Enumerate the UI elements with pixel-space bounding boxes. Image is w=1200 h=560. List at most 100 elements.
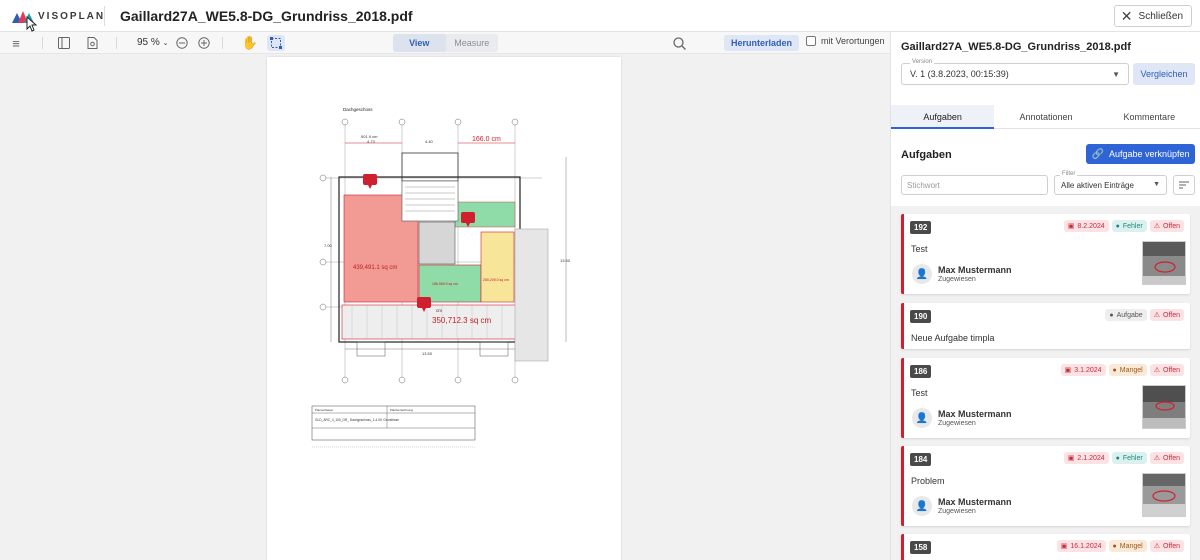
bathroom-core bbox=[418, 221, 456, 265]
sort-icon bbox=[1179, 181, 1189, 189]
due-date: 3.1.2024 bbox=[1074, 366, 1102, 374]
task-status: Offen bbox=[1163, 311, 1180, 319]
toolbar-separator bbox=[222, 37, 223, 49]
tab-comments[interactable]: Kommentare bbox=[1098, 105, 1200, 128]
task-id: 186 bbox=[910, 365, 932, 378]
type-badge: ● Aufgabe bbox=[1105, 309, 1147, 321]
task-type: Aufgabe bbox=[1116, 311, 1143, 319]
assignee: 👤 Max Mustermann Zugewiesen bbox=[912, 408, 1012, 428]
task-type: Fehler bbox=[1122, 454, 1143, 462]
task-thumbnail[interactable] bbox=[1142, 241, 1186, 285]
floor-label: Dachgeschoss bbox=[343, 107, 373, 112]
defect-icon: ● bbox=[1112, 366, 1117, 374]
task-card[interactable]: 190 ● Aufgabe ⚠ Offen Neue Aufgabe timpla bbox=[901, 303, 1190, 349]
document-title: Gaillard27A_WE5.8-DG_Grundriss_2018.pdf bbox=[120, 8, 413, 24]
dim-bottom-label: cm bbox=[436, 308, 442, 313]
neighbor-building bbox=[514, 228, 549, 362]
assignee-role: Zugewiesen bbox=[938, 508, 976, 515]
type-badge: ● Fehler bbox=[1111, 452, 1147, 464]
task-thumbnail[interactable] bbox=[1142, 385, 1186, 429]
location-pin[interactable] bbox=[363, 174, 377, 189]
assignee-name: Max Mustermann bbox=[938, 409, 1012, 419]
logo-text: VISOPLAN bbox=[38, 10, 106, 22]
avatar-icon: 👤 bbox=[912, 264, 932, 284]
calendar-icon: ▣ bbox=[1060, 543, 1068, 550]
dim-top-4: 166.0 cm bbox=[472, 136, 501, 143]
status-badge: ⚠ Offen bbox=[1149, 540, 1184, 552]
cursor-icon bbox=[26, 16, 38, 32]
tab-measure[interactable]: Measure bbox=[446, 34, 499, 52]
chevron-down-icon: ⌄ bbox=[162, 40, 169, 47]
task-badges: ▣ 3.1.2024 ● Mangel ⚠ Offen bbox=[1060, 364, 1184, 376]
title-block bbox=[311, 405, 476, 448]
pdf-page[interactable]: Dachgeschoss 501.9 cm 4.73 4.40 166.0 cm… bbox=[267, 57, 621, 560]
task-title: Neue Aufgabe timpla bbox=[911, 333, 995, 343]
search-placeholder: Stichwort bbox=[907, 181, 940, 190]
tab-annotations[interactable]: Annotationen bbox=[994, 105, 1097, 128]
task-card[interactable]: 158 ▣ 16.1.2024 ● Mangel ⚠ Offen bbox=[901, 534, 1190, 560]
search-icon[interactable] bbox=[671, 35, 687, 51]
area-label-large: 439,491.1 sq cm bbox=[353, 265, 397, 271]
task-status: Offen bbox=[1163, 222, 1180, 230]
zoom-out-icon[interactable] bbox=[174, 35, 190, 51]
version-select[interactable]: Version V. 1 (3.8.2023, 00:15:39) ▼ bbox=[901, 59, 1129, 85]
document-info-icon[interactable] bbox=[84, 35, 100, 51]
task-card[interactable]: 186 ▣ 3.1.2024 ● Mangel ⚠ Offen Test 👤 Max … bbox=[901, 358, 1190, 438]
floor-plan-drawing[interactable]: Dachgeschoss 501.9 cm 4.73 4.40 166.0 cm… bbox=[267, 57, 621, 560]
task-id: 190 bbox=[910, 310, 932, 323]
keyword-search-input[interactable]: Stichwort bbox=[901, 175, 1048, 195]
task-status: Offen bbox=[1163, 366, 1180, 374]
close-label: Schließen bbox=[1138, 10, 1183, 22]
pdf-viewer[interactable]: Dachgeschoss 501.9 cm 4.73 4.40 166.0 cm… bbox=[0, 54, 890, 560]
pan-hand-icon[interactable]: ✋ bbox=[242, 35, 258, 51]
warning-icon: ⚠ bbox=[1153, 312, 1160, 319]
task-type: Mangel bbox=[1119, 542, 1143, 550]
task-id: 158 bbox=[910, 541, 932, 554]
dim-top-2: 4.73 bbox=[367, 139, 376, 144]
filter-value: Alle aktiven Einträge bbox=[1061, 181, 1134, 190]
status-badge: ⚠ Offen bbox=[1149, 364, 1184, 376]
checkbox-icon bbox=[806, 36, 816, 46]
task-card[interactable]: 192 ▣ 8.2.2024 ● Fehler ⚠ Offen Test 👤 Max … bbox=[901, 214, 1190, 294]
due-date-badge: ▣ 3.1.2024 bbox=[1060, 364, 1106, 376]
panel-document-title: Gaillard27A_WE5.8-DG_Grundriss_2018.pdf bbox=[901, 41, 1131, 53]
calendar-icon: ▣ bbox=[1067, 223, 1075, 230]
task-status: Offen bbox=[1163, 542, 1180, 550]
tab-view[interactable]: View bbox=[393, 34, 446, 52]
assignee-role: Zugewiesen bbox=[938, 276, 976, 283]
zoom-select[interactable]: 95 % ⌄ bbox=[137, 37, 168, 48]
area-label-green: 186,969.9 sq cm bbox=[432, 282, 458, 286]
task-card[interactable]: 184 ▣ 2.1.2024 ● Fehler ⚠ Offen Problem 👤 M… bbox=[901, 446, 1190, 526]
avatar-icon: 👤 bbox=[912, 496, 932, 516]
task-thumbnail[interactable] bbox=[1142, 473, 1186, 517]
status-badge: ⚠ Offen bbox=[1149, 220, 1184, 232]
toolbar-separator bbox=[116, 37, 117, 49]
sort-button[interactable] bbox=[1173, 175, 1195, 195]
title-block-name: Planbezeichnung bbox=[390, 408, 413, 412]
close-button[interactable]: ✕ Schließen bbox=[1113, 5, 1192, 27]
link-task-button[interactable]: 🔗 Aufgabe verknüpfen bbox=[1086, 144, 1195, 164]
title-block-code: GLD_ARC_4_100_GR_ Dachgeschoss_1-4.00: G… bbox=[315, 418, 399, 422]
status-badge: ⚠ Offen bbox=[1149, 309, 1184, 321]
select-area-icon[interactable] bbox=[267, 35, 285, 51]
warning-icon: ⚠ bbox=[1153, 455, 1160, 462]
task-list[interactable]: 192 ▣ 8.2.2024 ● Fehler ⚠ Offen Test 👤 Max … bbox=[891, 206, 1200, 560]
compare-button[interactable]: Vergleichen bbox=[1133, 63, 1195, 85]
zoom-in-icon[interactable] bbox=[196, 35, 212, 51]
caret-down-icon: ▼ bbox=[1153, 181, 1160, 188]
status-badge: ⚠ Offen bbox=[1149, 452, 1184, 464]
assignee-name: Max Mustermann bbox=[938, 265, 1012, 275]
filter-select[interactable]: Filter Alle aktiven Einträge ▼ bbox=[1054, 171, 1167, 195]
area-room-yellow[interactable] bbox=[480, 231, 515, 303]
assignee: 👤 Max Mustermann Zugewiesen bbox=[912, 496, 1012, 516]
tab-tasks[interactable]: Aufgaben bbox=[891, 105, 995, 129]
locations-checkbox[interactable]: mit Verortungen bbox=[806, 36, 885, 46]
due-date: 2.1.2024 bbox=[1077, 454, 1105, 462]
task-id: 184 bbox=[910, 453, 932, 466]
area-label-terrace: 350,712.3 sq cm bbox=[432, 316, 491, 325]
type-badge: ● Fehler bbox=[1111, 220, 1147, 232]
sidebar-toggle-icon[interactable] bbox=[56, 35, 72, 51]
menu-icon[interactable]: ≡ bbox=[8, 35, 24, 51]
download-button[interactable]: Herunterladen bbox=[724, 35, 800, 51]
version-label: Version bbox=[910, 59, 935, 65]
